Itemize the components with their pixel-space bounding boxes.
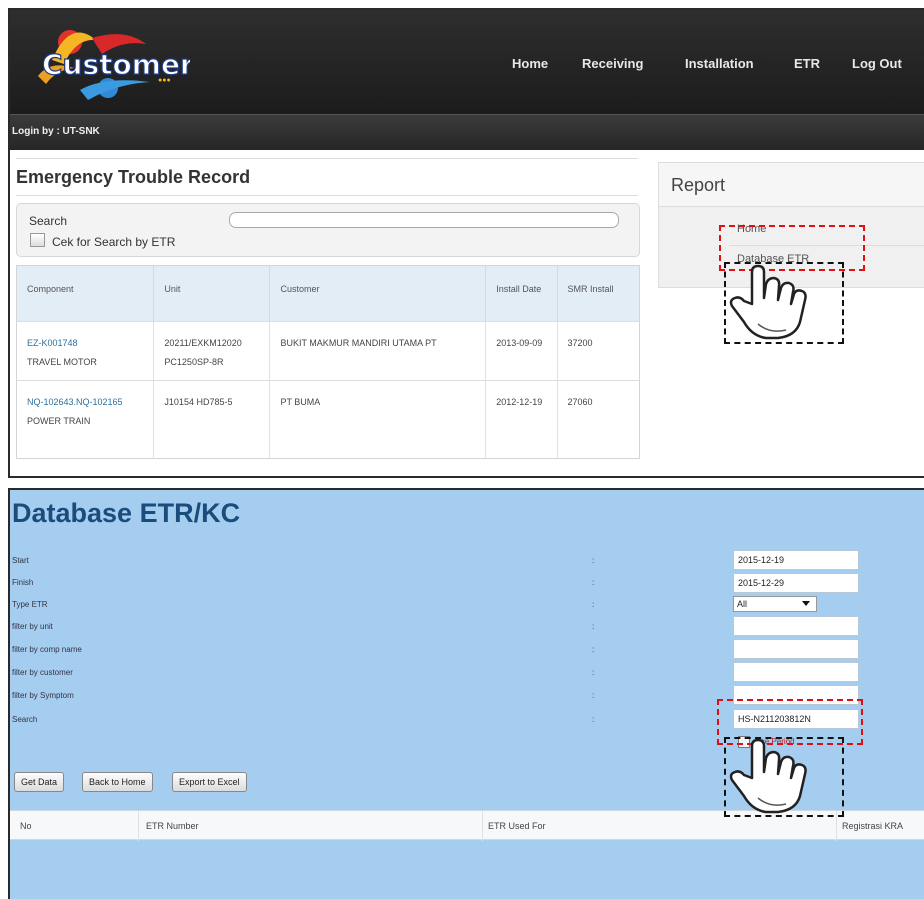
type-etr-value: All	[737, 599, 748, 609]
colon: :	[592, 645, 595, 654]
nav-logout[interactable]: Log Out	[852, 56, 902, 71]
col-etr-number[interactable]: ETR Number	[146, 821, 199, 831]
smr-cell: 37200	[557, 321, 640, 381]
filter-label-finish: Finish	[12, 578, 34, 587]
colon: :	[592, 668, 595, 677]
table-row[interactable]: EZ-K001748 TRAVEL MOTOR 20211/EXKM12020 …	[16, 321, 640, 381]
unit-filter-input[interactable]	[733, 616, 859, 636]
filter-label-symptom: filter by Symptom	[12, 691, 74, 700]
comp-name-filter-input[interactable]	[733, 639, 859, 659]
page-title: Emergency Trouble Record	[16, 158, 638, 196]
component-name: TRAVEL MOTOR	[27, 357, 97, 367]
nav-etr[interactable]: ETR	[794, 56, 820, 71]
etr-table: Component Unit Customer Install Date SMR…	[16, 265, 640, 459]
divider	[138, 811, 139, 841]
nav-installation[interactable]: Installation	[685, 56, 754, 71]
component-code-link[interactable]: EZ-K001748	[27, 334, 143, 353]
component-name: POWER TRAIN	[27, 416, 91, 426]
customer-cell: PT BUMA	[269, 380, 487, 459]
database-etr-window: Database ETR/KC Start Finish Type ETR fi…	[8, 488, 924, 899]
get-data-button[interactable]: Get Data	[14, 772, 65, 792]
filter-label-comp-name: filter by comp name	[12, 645, 82, 654]
chevron-down-icon	[802, 601, 810, 606]
col-smr-install[interactable]: SMR Install	[557, 265, 640, 322]
col-unit[interactable]: Unit	[153, 265, 271, 322]
type-etr-select[interactable]: All	[733, 596, 817, 612]
colon: :	[592, 600, 595, 609]
customer-logo[interactable]: Customer ●●●	[30, 20, 195, 104]
component-code-link[interactable]: NQ-102643.NQ-102165	[27, 393, 143, 412]
finish-date-input[interactable]: 2015-12-29	[733, 573, 859, 593]
filter-label-start: Start	[12, 556, 29, 565]
colon: :	[592, 622, 595, 631]
login-status: Login by : UT-SNK	[12, 126, 100, 137]
search-label: Search	[29, 214, 68, 228]
search-input[interactable]	[229, 212, 619, 228]
nav-home[interactable]: Home	[512, 56, 548, 71]
col-install-date[interactable]: Install Date	[485, 265, 558, 322]
database-title: Database ETR/KC	[12, 498, 241, 528]
col-etr-used-for[interactable]: ETR Used For	[488, 821, 546, 831]
filter-label-type-etr: Type ETR	[12, 600, 48, 609]
customer-cell: BUKIT MAKMUR MANDIRI UTAMA PT	[269, 321, 487, 381]
install-date-cell: 2012-12-19	[485, 380, 558, 459]
col-component[interactable]: Component	[16, 265, 155, 322]
smr-cell: 27060	[557, 380, 640, 459]
search-by-etr-label: Cek for Search by ETR	[52, 235, 176, 249]
pointer-hand-icon	[729, 264, 807, 340]
back-to-home-button[interactable]: Back to Home	[82, 772, 153, 792]
filter-label-search: Search	[12, 715, 38, 724]
navbar: Customer ●●● Home Receiving Installation…	[10, 10, 924, 114]
export-to-excel-button[interactable]: Export to Excel	[172, 772, 247, 792]
login-bar: Login by : UT-SNK	[10, 114, 924, 150]
colon: :	[592, 715, 595, 724]
table-row[interactable]: NQ-102643.NQ-102165 POWER TRAIN J10154 H…	[16, 380, 640, 459]
table-header-row: Component Unit Customer Install Date SMR…	[16, 265, 640, 322]
divider	[482, 811, 483, 841]
nav-receiving[interactable]: Receiving	[582, 56, 643, 71]
col-no[interactable]: No	[20, 821, 32, 831]
filter-label-customer: filter by customer	[12, 668, 73, 677]
filter-label-unit: filter by unit	[12, 622, 53, 631]
start-date-input[interactable]: 2015-12-19	[733, 550, 859, 570]
colon: :	[592, 691, 595, 700]
colon: :	[592, 578, 595, 587]
install-date-cell: 2013-09-09	[485, 321, 558, 381]
colon: :	[592, 556, 595, 565]
col-registrasi-kra[interactable]: Registrasi KRA	[842, 821, 903, 831]
search-by-etr-checkbox[interactable]	[30, 233, 45, 247]
svg-text:●●●: ●●●	[158, 77, 171, 84]
unit-cell: 20211/EXKM12020 PC1250SP-8R	[153, 321, 271, 381]
col-customer[interactable]: Customer	[269, 265, 487, 322]
customer-filter-input[interactable]	[733, 662, 859, 682]
search-panel: Search Cek for Search by ETR	[16, 203, 640, 257]
report-title: Report	[659, 163, 924, 207]
unit-cell: J10154 HD785-5	[153, 380, 271, 459]
pointer-hand-icon	[729, 738, 807, 814]
